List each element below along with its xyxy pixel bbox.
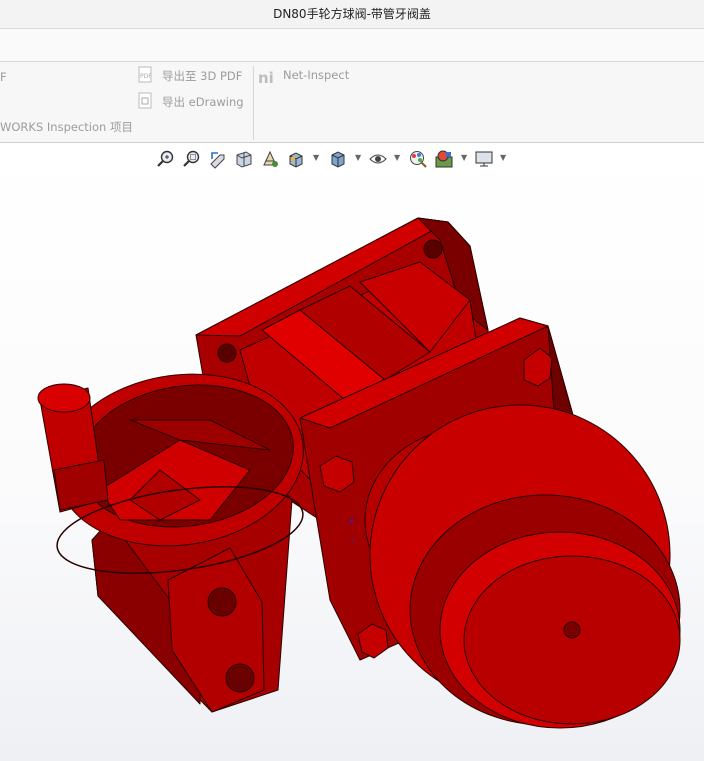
svg-text:ni: ni	[258, 69, 274, 86]
export-edrawing-icon	[138, 92, 152, 109]
svg-text:PDF: PDF	[140, 73, 152, 80]
export-3dpdf-icon: PDF	[138, 66, 152, 83]
net-inspect-button[interactable]: Net-Inspect	[283, 68, 349, 82]
export-edrawing-button[interactable]: 导出 eDrawing	[162, 94, 244, 110]
title-bar: DN80手轮方球阀-带管牙阀盖	[0, 0, 704, 29]
window-title: DN80手轮方球阀-带管牙阀盖	[273, 7, 431, 21]
triad-mark-icon: ı	[351, 535, 353, 544]
command-manager-ribbon: F PDF 导出至 3D PDF 导出 eDrawing WORKS Inspe…	[0, 62, 704, 143]
export-3dpdf-button[interactable]: 导出至 3D PDF	[162, 68, 242, 84]
command-tab-strip	[0, 29, 704, 62]
net-inspect-icon: ni	[258, 69, 274, 86]
triad-mark-icon: ✕	[348, 517, 355, 526]
ribbon-cut-label: F	[0, 70, 7, 84]
ribbon-separator	[253, 66, 254, 140]
inspection-project-button[interactable]: WORKS Inspection 项目	[0, 119, 133, 135]
valve-3d-model[interactable]: ✕ ı	[0, 143, 704, 761]
